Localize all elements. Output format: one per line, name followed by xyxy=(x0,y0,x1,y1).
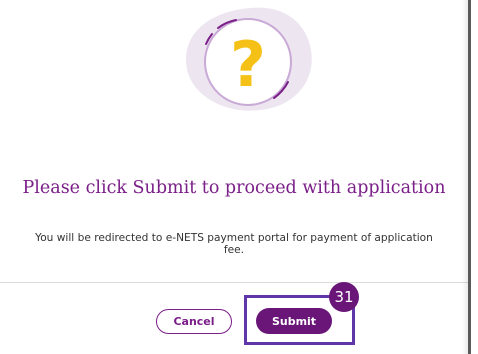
dialog-title: Please click Submit to proceed with appl… xyxy=(22,178,446,198)
submit-button[interactable]: Submit xyxy=(256,308,332,334)
question-mark-icon: ? xyxy=(186,7,312,111)
confirmation-dialog: ? Please click Submit to proceed with ap… xyxy=(0,0,478,354)
svg-text:?: ? xyxy=(230,28,266,101)
cancel-button[interactable]: Cancel xyxy=(156,309,232,334)
window-edge xyxy=(468,0,471,354)
footer-divider xyxy=(0,282,468,283)
step-badge: 31 xyxy=(329,282,359,312)
dialog-message: You will be redirected to e-NETS payment… xyxy=(35,232,433,256)
